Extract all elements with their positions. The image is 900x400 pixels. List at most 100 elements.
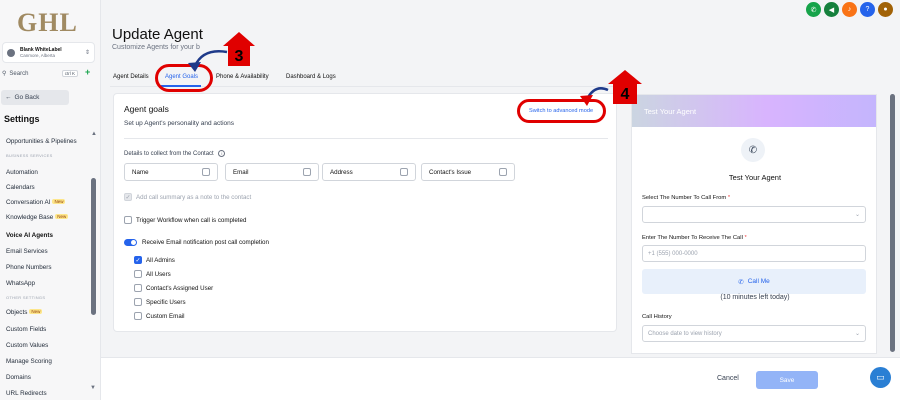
assigned-user-checkbox[interactable] <box>134 284 142 292</box>
location-name: Blank WhiteLabel <box>20 46 62 53</box>
chip-checkbox[interactable] <box>499 168 507 176</box>
section-other-settings: OTHER SETTINGS <box>6 295 46 300</box>
bell-icon[interactable]: ♪ <box>842 2 857 17</box>
sidebar-item-label: Voice AI Agents <box>6 232 54 239</box>
call-to-input[interactable]: +1 (555) 000-0000 <box>642 245 866 262</box>
avatar[interactable]: ● <box>878 2 893 17</box>
section-business-services: BUSINESS SERVICES <box>6 153 53 158</box>
sidebar-item-phone-numbers[interactable]: Phone Numbers <box>6 264 52 271</box>
logo: GHL <box>17 8 78 37</box>
sidebar-item-calendars[interactable]: Calendars <box>6 184 35 191</box>
sidebar-item-domains[interactable]: Domains <box>6 374 31 381</box>
go-back-button[interactable]: ← Go Back <box>1 90 69 105</box>
annotation-arrow-4: 4 <box>580 70 642 106</box>
main-scrollbar[interactable] <box>890 94 895 352</box>
sidebar-item-custom-fields[interactable]: Custom Fields <box>6 326 46 333</box>
settings-sidebar: GHL Blank WhiteLabel Canmore, Alberta ⇕ … <box>0 0 101 400</box>
arrow-left-icon: ← <box>5 94 12 101</box>
scroll-down-icon[interactable]: ▼ <box>90 385 96 391</box>
specific-users-checkbox[interactable] <box>134 298 142 306</box>
sidebar-item-label: Automation <box>6 169 38 176</box>
sidebar-item-knowledge-base[interactable]: Knowledge Base New <box>6 214 69 221</box>
sidebar-item-automation[interactable]: Automation <box>6 169 38 176</box>
sidebar-item-label: Email Services <box>6 248 48 255</box>
recipient-assigned-user[interactable]: Contact's Assigned User <box>134 284 213 292</box>
sidebar-item-label: Custom Values <box>6 342 49 349</box>
detail-chip-address[interactable]: Address <box>322 163 416 181</box>
call-to-placeholder: +1 (555) 000-0000 <box>648 250 698 257</box>
recipient-custom-email[interactable]: Custom Email <box>134 312 185 320</box>
chevron-down-icon: ⌄ <box>854 212 860 218</box>
annotation-arrow-3: 3 <box>188 32 255 72</box>
cancel-button[interactable]: Cancel <box>717 375 739 382</box>
chip-label: Address <box>330 168 353 176</box>
sidebar-item-url-redirects[interactable]: URL Redirects <box>6 390 47 397</box>
call-to-label-text: Enter The Number To Receive The Call <box>642 235 743 241</box>
call-from-label-text: Select The Number To Call From <box>642 195 727 201</box>
call-history-label: Call History <box>642 314 672 320</box>
settings-heading: Settings <box>4 114 40 124</box>
call-me-button[interactable]: ✆ Call Me <box>642 269 866 294</box>
new-badge: New <box>52 199 66 204</box>
test-agent-title: Test Your Agent <box>728 173 782 182</box>
custom-email-checkbox[interactable] <box>134 312 142 320</box>
phone-icon[interactable]: ✆ <box>806 2 821 17</box>
new-badge: New <box>29 309 43 314</box>
chip-checkbox[interactable] <box>202 168 210 176</box>
sidebar-item-conversation-ai[interactable]: Conversation AI New <box>6 199 66 206</box>
trigger-workflow-checkbox[interactable] <box>124 216 132 224</box>
call-me-label: Call Me <box>747 278 770 285</box>
location-icon <box>7 48 15 57</box>
quick-add-icon[interactable]: + <box>85 67 90 77</box>
chat-help-icon[interactable]: ▭ <box>870 367 891 388</box>
search-icon: ⚲ <box>2 71 7 77</box>
annotation-number-3: 3 <box>235 48 244 65</box>
required-marker: * <box>727 195 731 201</box>
sidebar-item-custom-values[interactable]: Custom Values <box>6 342 48 349</box>
trigger-workflow-row[interactable]: Trigger Workflow when call is completed <box>124 216 246 224</box>
chip-checkbox[interactable] <box>303 168 311 176</box>
all-admins-checkbox[interactable]: ✓ <box>134 256 142 264</box>
recipient-all-admins[interactable]: ✓ All Admins <box>134 256 175 264</box>
trigger-workflow-label: Trigger Workflow when call is completed <box>136 216 247 224</box>
agent-goals-title: Agent goals <box>124 104 169 114</box>
tab-agent-details[interactable]: Agent Details <box>113 74 149 80</box>
sidebar-item-email-services[interactable]: Email Services <box>6 248 48 255</box>
email-notification-toggle[interactable] <box>124 239 137 246</box>
help-icon[interactable]: ? <box>860 2 875 17</box>
detail-chip-email[interactable]: Email <box>225 163 319 181</box>
recipient-label: All Admins <box>146 256 175 264</box>
sidebar-item-label: Knowledge Base <box>6 214 54 221</box>
save-button[interactable]: Save <box>756 371 818 389</box>
collapse-icon[interactable]: ▲ <box>91 131 97 137</box>
recipient-label: All Users <box>146 270 171 278</box>
recipient-specific-users[interactable]: Specific Users <box>134 298 186 306</box>
chip-checkbox[interactable] <box>400 168 408 176</box>
call-from-select[interactable]: ⌄ <box>642 206 866 223</box>
chip-label: Email <box>233 168 249 176</box>
detail-chip-name[interactable]: Name <box>124 163 218 181</box>
required-marker: * <box>744 235 747 241</box>
location-switcher[interactable]: Blank WhiteLabel Canmore, Alberta ⇕ <box>2 42 95 63</box>
agent-goals-card: Agent goals Set up Agent's personality a… <box>113 93 617 332</box>
phone-call-icon: ✆ <box>738 278 744 286</box>
recipient-all-users[interactable]: All Users <box>134 270 171 278</box>
sidebar-item-objects[interactable]: Objects New <box>6 309 43 316</box>
sidebar-search[interactable]: ⚲ Search ctrl K <box>2 67 78 80</box>
sidebar-item-opportunities[interactable]: Opportunities & Pipelines <box>6 138 77 145</box>
sidebar-item-voice-ai-agents[interactable]: Voice AI Agents <box>6 232 53 239</box>
sidebar-scrollbar[interactable] <box>91 178 96 315</box>
tab-dashboard-logs[interactable]: Dashboard & Logs <box>286 74 336 80</box>
sidebar-item-label: Domains <box>6 374 31 381</box>
detail-chip-contacts-issue[interactable]: Contact's Issue <box>421 163 515 181</box>
call-history-select[interactable]: Choose date to view history ⌄ <box>642 325 866 342</box>
details-label: Details to collect from the Contact i <box>124 150 226 157</box>
call-to-label: Enter The Number To Receive The Call * <box>642 235 747 241</box>
megaphone-icon[interactable]: ◀ <box>824 2 839 17</box>
sidebar-item-whatsapp[interactable]: WhatsApp <box>6 280 35 287</box>
all-users-checkbox[interactable] <box>134 270 142 278</box>
add-summary-row: ✓ Add call summary as a note to the cont… <box>124 193 251 201</box>
info-icon[interactable]: i <box>218 150 226 157</box>
sidebar-item-manage-scoring[interactable]: Manage Scoring <box>6 358 52 365</box>
email-notification-row[interactable]: Receive Email notification post call com… <box>124 239 269 246</box>
